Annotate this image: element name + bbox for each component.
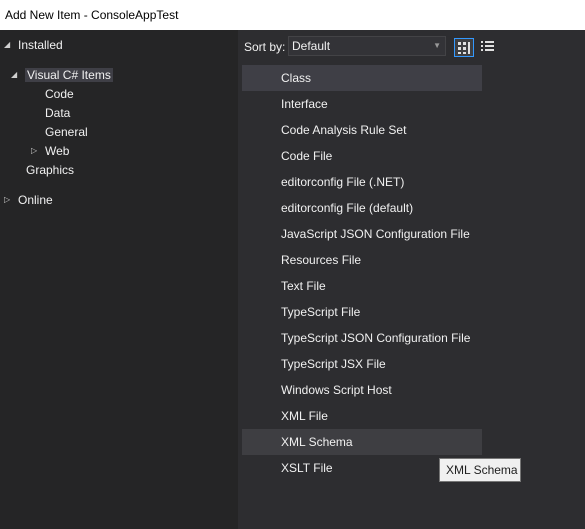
list-view-icon	[481, 41, 494, 51]
list-item-windows-script-host[interactable]: Windows Script Host	[242, 377, 482, 403]
list-item-class[interactable]: Class	[242, 65, 482, 91]
tree-item-online[interactable]: ▷ Online	[4, 191, 53, 209]
list-item-code-analysis-rule-set[interactable]: Code Analysis Rule Set	[242, 117, 482, 143]
tooltip: XML Schema	[439, 458, 521, 482]
sort-value: Default	[292, 39, 331, 53]
expanded-arrow-icon[interactable]: ◢	[11, 66, 21, 84]
tree-item-code[interactable]: Code	[45, 85, 74, 103]
sort-dropdown[interactable]: Default ▼	[288, 36, 446, 56]
window-title: Add New Item - ConsoleAppTest	[5, 8, 179, 22]
tree-item-graphics[interactable]: Graphics	[26, 161, 74, 179]
list-item-typescript-jsx-file[interactable]: TypeScript JSX File	[242, 351, 482, 377]
template-pane: Sort by: Default ▼ Class Interface Code …	[238, 30, 585, 529]
chevron-down-icon: ▼	[433, 41, 441, 50]
list-item-javascript-json-config[interactable]: JavaScript JSON Configuration File	[242, 221, 482, 247]
tree-item-label: Visual C# Items	[25, 68, 113, 82]
collapsed-arrow-icon[interactable]: ▷	[4, 191, 14, 209]
list-item-code-file[interactable]: Code File	[242, 143, 482, 169]
list-item-xml-file[interactable]: XML File	[242, 403, 482, 429]
list-item-typescript-json-config[interactable]: TypeScript JSON Configuration File	[242, 325, 482, 351]
list-item-editorconfig-default[interactable]: editorconfig File (default)	[242, 195, 482, 221]
list-item-editorconfig-dotnet[interactable]: editorconfig File (.NET)	[242, 169, 482, 195]
tree-item-web[interactable]: ▷ Web	[31, 142, 69, 160]
list-item-text-file[interactable]: Text File	[242, 273, 482, 299]
sort-label: Sort by:	[244, 40, 286, 54]
tree-item-visual-csharp[interactable]: ◢ Visual C# Items	[11, 66, 113, 84]
medium-icons-view-icon	[458, 42, 470, 54]
list-view-button[interactable]	[478, 38, 498, 57]
list-item-xml-schema[interactable]: XML Schema	[242, 429, 482, 455]
list-item-typescript-file[interactable]: TypeScript File	[242, 299, 482, 325]
category-tree: ◢ Installed ◢ Visual C# Items Code Data Ge…	[0, 30, 238, 529]
sort-toolbar: Sort by: Default ▼	[238, 30, 585, 62]
collapsed-arrow-icon[interactable]: ▷	[31, 142, 41, 160]
title-bar: Add New Item - ConsoleAppTest	[0, 0, 585, 30]
list-item-resources-file[interactable]: Resources File	[242, 247, 482, 273]
tree-item-installed[interactable]: ◢ Installed	[4, 36, 63, 54]
tree-item-data[interactable]: Data	[45, 104, 70, 122]
tree-item-general[interactable]: General	[45, 123, 88, 141]
list-item-interface[interactable]: Interface	[242, 91, 482, 117]
expanded-arrow-icon[interactable]: ◢	[4, 36, 14, 54]
tooltip-text: XML Schema	[446, 463, 518, 477]
medium-icons-view-button[interactable]	[454, 38, 474, 57]
template-list: Class Interface Code Analysis Rule Set C…	[242, 65, 482, 481]
